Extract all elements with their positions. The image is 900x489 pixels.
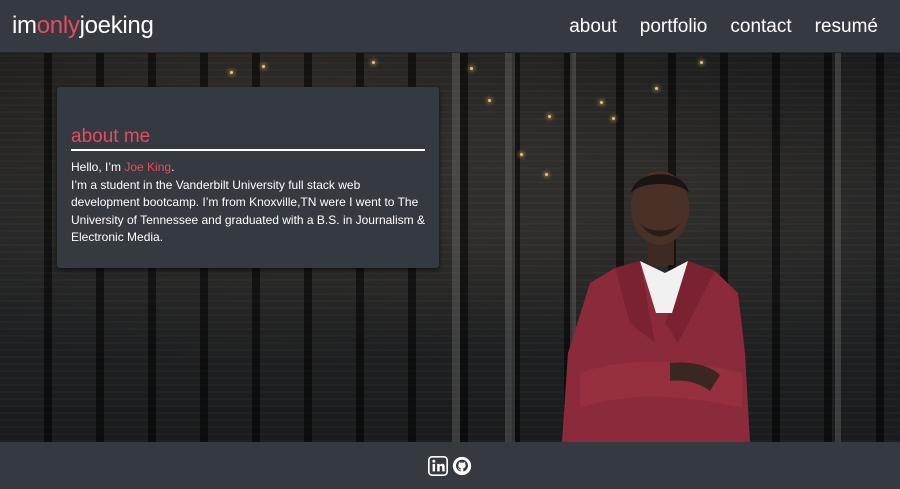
greeting-line: Hello, I’m Joe King. (71, 159, 425, 177)
string-light (612, 117, 615, 120)
string-light (470, 67, 473, 70)
string-light (488, 99, 491, 102)
hero-pillar (835, 53, 841, 442)
brand-logo[interactable]: imonlyjoeking (12, 11, 154, 41)
hero-background: about me Hello, I’m Joe King. I’m a stud… (0, 53, 900, 442)
string-light (230, 71, 233, 74)
string-light (655, 87, 658, 90)
nav-link-about[interactable]: about (569, 14, 617, 40)
string-light (262, 65, 265, 68)
brand-part-im: im (12, 12, 37, 39)
hero-pillar (505, 53, 515, 442)
navbar: imonlyjoeking about portfolio contact re… (0, 0, 900, 53)
string-light (700, 61, 703, 64)
linkedin-icon[interactable] (428, 455, 448, 476)
string-light (520, 153, 523, 156)
nav-link-contact[interactable]: contact (730, 14, 791, 40)
about-me-body: Hello, I’m Joe King. I’m a student in th… (71, 159, 425, 247)
greeting-prefix: Hello, I’m (71, 160, 122, 174)
nav-link-portfolio[interactable]: portfolio (640, 14, 708, 40)
github-icon[interactable] (452, 456, 472, 476)
bio-text: I’m a student in the Vanderbilt Universi… (71, 177, 425, 245)
hero-pillar (452, 53, 460, 442)
string-light (548, 115, 551, 118)
about-me-card: about me Hello, I’m Joe King. I’m a stud… (57, 87, 439, 268)
nav-links: about portfolio contact resumé (546, 14, 878, 40)
string-light (600, 101, 603, 104)
brand-part-joeking: joeking (79, 12, 154, 39)
greeting-name: Joe King (124, 160, 172, 174)
brand-part-only: only (36, 12, 80, 39)
string-light (372, 61, 375, 64)
nav-link-resume[interactable]: resumé (815, 14, 878, 40)
about-me-heading: about me (71, 125, 425, 151)
footer (0, 442, 900, 489)
portrait-person (562, 171, 750, 442)
greeting-suffix: . (171, 160, 175, 174)
string-light (545, 173, 548, 176)
